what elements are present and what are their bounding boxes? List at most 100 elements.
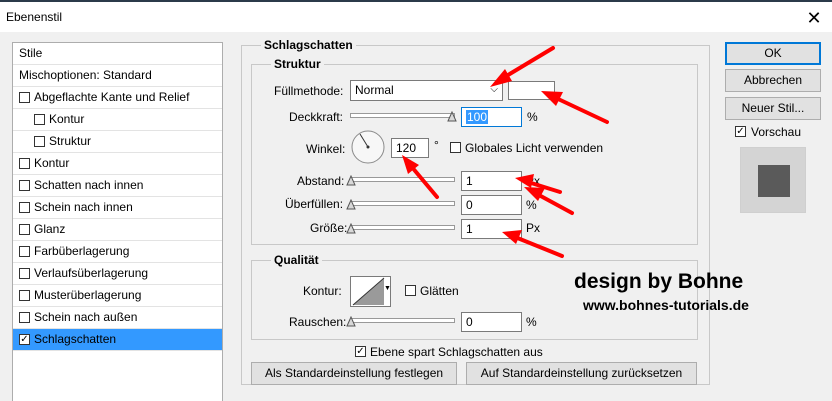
- distance-value: 1: [466, 174, 473, 188]
- angle-dial[interactable]: [350, 129, 386, 165]
- contour-dropdown-icon: ▼: [384, 285, 391, 292]
- style-item-label: Glanz: [34, 222, 66, 236]
- cancel-button[interactable]: Abbrechen: [725, 69, 821, 92]
- style-item-checkbox[interactable]: [19, 312, 30, 323]
- noise-label: Rauschen:: [289, 315, 347, 329]
- opacity-slider-thumb[interactable]: [447, 111, 457, 122]
- opacity-input[interactable]: 100: [461, 107, 522, 127]
- style-item-checkbox[interactable]: [19, 290, 30, 301]
- style-item[interactable]: Abgeflachte Kante und Relief: [13, 87, 222, 109]
- styles-list: Stile Mischoptionen: Standard Abgeflachte …: [12, 42, 223, 401]
- style-item-checkbox[interactable]: [19, 224, 30, 235]
- style-item[interactable]: Farbüberlagerung: [13, 241, 222, 263]
- style-item-checkbox[interactable]: [34, 114, 45, 125]
- angle-value: 120: [396, 141, 417, 155]
- style-item[interactable]: Kontur: [13, 153, 222, 175]
- style-item[interactable]: Mischoptionen: Standard: [13, 65, 222, 87]
- size-slider[interactable]: [350, 225, 455, 230]
- blend-mode-value: Normal: [355, 83, 394, 97]
- style-item-checkbox[interactable]: [34, 136, 45, 147]
- shadow-color-swatch[interactable]: [508, 81, 555, 100]
- preview-label: Vorschau: [751, 125, 802, 139]
- ok-button[interactable]: OK: [725, 42, 821, 65]
- global-light-label: Globales Licht verwenden: [465, 141, 604, 155]
- size-unit: Px: [526, 221, 541, 235]
- distance-slider-thumb[interactable]: [346, 175, 356, 186]
- style-item-checkbox[interactable]: ✓: [19, 334, 30, 345]
- style-item-label: Mischoptionen: Standard: [19, 68, 152, 82]
- style-item[interactable]: Musterüberlagerung: [13, 285, 222, 307]
- style-item-label: Farbüberlagerung: [34, 244, 130, 258]
- preview-checkbox[interactable]: ✓: [735, 126, 746, 137]
- size-label: Größe:: [310, 221, 348, 235]
- knocks-out-checkbox[interactable]: ✓: [355, 346, 366, 357]
- noise-slider-thumb[interactable]: [346, 316, 356, 327]
- style-item-label: Abgeflachte Kante und Relief: [34, 90, 190, 104]
- make-default-button[interactable]: Als Standardeinstellung festlegen: [251, 362, 457, 385]
- distance-label: Abstand:: [297, 174, 345, 188]
- close-icon[interactable]: ✕: [800, 6, 828, 30]
- watermark-title: design by Bohne: [574, 270, 744, 293]
- style-item-checkbox[interactable]: [19, 268, 30, 279]
- chevron-down-icon: ⌵: [490, 84, 498, 95]
- spread-slider-thumb[interactable]: [346, 199, 356, 210]
- noise-slider[interactable]: [350, 318, 455, 323]
- spread-slider[interactable]: [350, 201, 455, 206]
- style-item[interactable]: Stile: [13, 43, 222, 65]
- style-item-checkbox[interactable]: [19, 246, 30, 257]
- blend-mode-label: Füllmethode:: [274, 84, 344, 98]
- style-item-checkbox[interactable]: [19, 202, 30, 213]
- style-item-label: Kontur: [34, 156, 70, 170]
- noise-input[interactable]: 0: [461, 312, 522, 332]
- opacity-value: 100: [466, 110, 489, 124]
- angle-unit: °: [434, 138, 439, 152]
- style-item[interactable]: Glanz: [13, 219, 222, 241]
- antialias-label: Glätten: [420, 284, 459, 298]
- knocks-out-label: Ebene spart Schlagschatten aus: [370, 345, 543, 359]
- new-style-button[interactable]: Neuer Stil...: [725, 97, 821, 120]
- size-slider-thumb[interactable]: [346, 223, 356, 234]
- reset-default-button[interactable]: Auf Standardeinstellung zurücksetzen: [466, 362, 697, 385]
- size-input[interactable]: 1: [461, 219, 522, 239]
- global-light-checkbox[interactable]: [450, 142, 461, 153]
- style-item-label: Schein nach außen: [34, 310, 138, 324]
- style-item-checkbox[interactable]: [19, 158, 30, 169]
- antialias-checkbox[interactable]: [405, 285, 416, 296]
- distance-input[interactable]: 1: [461, 171, 522, 191]
- opacity-slider[interactable]: [350, 113, 455, 118]
- style-item-label: Verlaufsüberlagerung: [34, 266, 149, 280]
- contour-curve-icon: [352, 277, 385, 306]
- style-item[interactable]: Struktur: [13, 131, 222, 153]
- opacity-label: Deckkraft:: [289, 110, 344, 124]
- blend-mode-select[interactable]: Normal ⌵: [350, 80, 503, 101]
- style-item-checkbox[interactable]: [19, 180, 30, 191]
- style-item[interactable]: Schein nach außen: [13, 307, 222, 329]
- style-item-label: Kontur: [49, 112, 85, 126]
- style-item[interactable]: Schatten nach innen: [13, 175, 222, 197]
- spread-input[interactable]: 0: [461, 195, 522, 215]
- angle-label: Winkel:: [306, 142, 346, 156]
- style-item[interactable]: ✓ Schlagschatten: [13, 329, 222, 351]
- style-item-checkbox[interactable]: [19, 92, 30, 103]
- style-item-label: Struktur: [49, 134, 92, 148]
- drop-shadow-title: Schlagschatten: [261, 38, 356, 52]
- contour-picker[interactable]: ▼: [350, 276, 391, 307]
- noise-value: 0: [466, 315, 473, 329]
- title-bar: Ebenenstil ✕: [0, 2, 832, 32]
- style-item-label: Schein nach innen: [34, 200, 133, 214]
- angle-input[interactable]: 120: [391, 138, 429, 158]
- style-item-label: Schatten nach innen: [34, 178, 144, 192]
- preview-swatch: [758, 165, 790, 197]
- contour-label: Kontur:: [303, 284, 342, 298]
- spread-unit: %: [526, 198, 537, 212]
- spread-label: Überfüllen:: [285, 197, 344, 211]
- style-item[interactable]: Verlaufsüberlagerung: [13, 263, 222, 285]
- style-item[interactable]: Schein nach innen: [13, 197, 222, 219]
- distance-slider[interactable]: [350, 177, 455, 182]
- style-item-label: Stile: [19, 46, 43, 60]
- spread-value: 0: [466, 198, 473, 212]
- structure-title: Struktur: [271, 57, 324, 71]
- watermark-url: www.bohnes-tutorials.de: [583, 297, 749, 313]
- opacity-unit: %: [527, 110, 538, 124]
- style-item[interactable]: Kontur: [13, 109, 222, 131]
